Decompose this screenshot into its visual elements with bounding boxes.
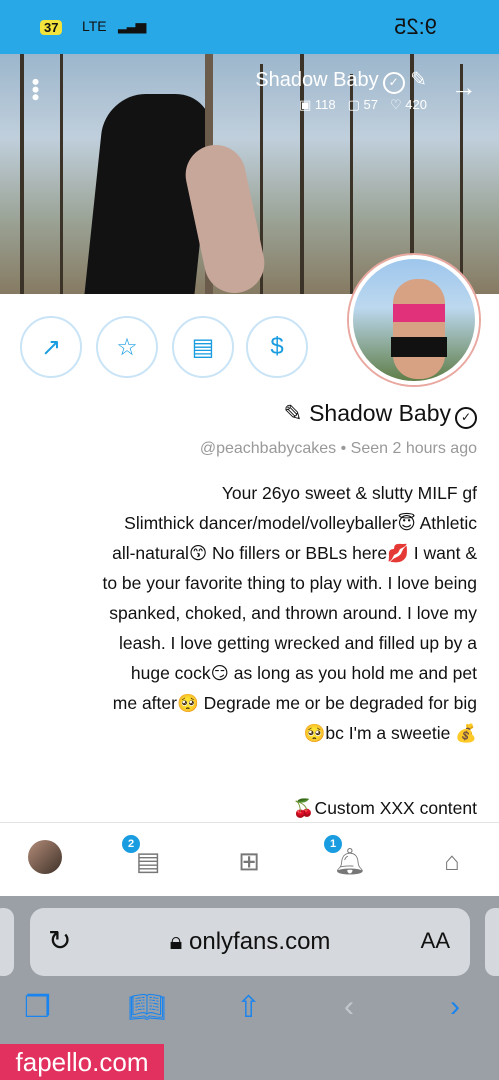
profile-handle-line: @peachbabycakes • Seen 2 hours ago	[199, 440, 477, 457]
verified-icon: ✓	[455, 407, 477, 429]
more-options-icon[interactable]: •••	[22, 78, 48, 101]
messages-badge: 2	[122, 835, 140, 853]
forward-nav-icon[interactable]: ›	[450, 990, 460, 1024]
notifications-icon[interactable]: 🔔︎ 1	[324, 835, 370, 881]
notifications-badge: 1	[324, 835, 342, 853]
likes-count: ♡ 420	[390, 97, 427, 112]
signal-icon: ▂▃▅	[118, 17, 146, 33]
photos-count: ▣ 118	[298, 97, 336, 112]
heart-icon: ♡	[390, 97, 402, 112]
add-post-icon[interactable]: ⊞	[229, 841, 269, 881]
custom-content-line: 🍒Custom XXX content	[292, 798, 477, 818]
profile-name: ✎ Shadow Baby ✓	[283, 400, 477, 429]
reader-button[interactable]: AA	[421, 928, 450, 954]
lock-icon: 🔒︎	[169, 928, 183, 955]
share-sheet-icon[interactable]: ⇧	[236, 990, 261, 1025]
header-title: Shadow Baby ✓ ✎	[255, 67, 427, 94]
header-stats: ▣ 118 ▢ 57 ♡ 420	[299, 97, 427, 113]
tip-button[interactable]: $	[246, 316, 308, 378]
tabs-icon[interactable]: ❐	[24, 990, 51, 1025]
bottom-nav: ⌂ 🔔︎ 1 ⊞ ▤ 2	[0, 822, 499, 897]
profile-avatar-tab[interactable]	[28, 840, 62, 874]
message-icon: ▤	[191, 333, 215, 361]
watermark: fapello.com	[0, 1044, 164, 1080]
network-label: LTE	[82, 18, 107, 34]
share-icon: ↗	[40, 333, 62, 361]
share-button[interactable]: ↗	[20, 316, 82, 378]
back-nav-icon[interactable]: ‹	[344, 990, 354, 1024]
next-tab-card[interactable]	[485, 908, 499, 976]
address-bar[interactable]: ↻ 🔒︎ onlyfans.com AA	[30, 908, 470, 976]
profile-bio: Your 26yo sweet & slutty MILF gf Slimthi…	[102, 483, 477, 743]
star-icon: ☆	[116, 333, 138, 361]
battery-indicator: 37	[40, 20, 63, 35]
status-bar: 9:25 37 LTE ▂▃▅	[0, 0, 499, 54]
bookmarks-icon[interactable]: 📖︎	[128, 990, 166, 1025]
url-text: onlyfans.com	[189, 928, 331, 955]
back-arrow-icon[interactable]: ←	[451, 72, 477, 102]
videos-count: ▢ 57	[347, 97, 379, 112]
favorite-button[interactable]: ☆	[96, 316, 158, 378]
dollar-icon: $	[270, 333, 284, 360]
messages-icon[interactable]: ▤ 2	[122, 835, 168, 881]
image-icon: ▣	[298, 97, 312, 112]
prev-tab-card[interactable]	[0, 908, 14, 976]
home-icon[interactable]: ⌂	[432, 841, 472, 881]
video-icon: ▢	[347, 97, 360, 112]
message-button[interactable]: ▤	[172, 316, 234, 378]
avatar[interactable]	[349, 255, 479, 385]
